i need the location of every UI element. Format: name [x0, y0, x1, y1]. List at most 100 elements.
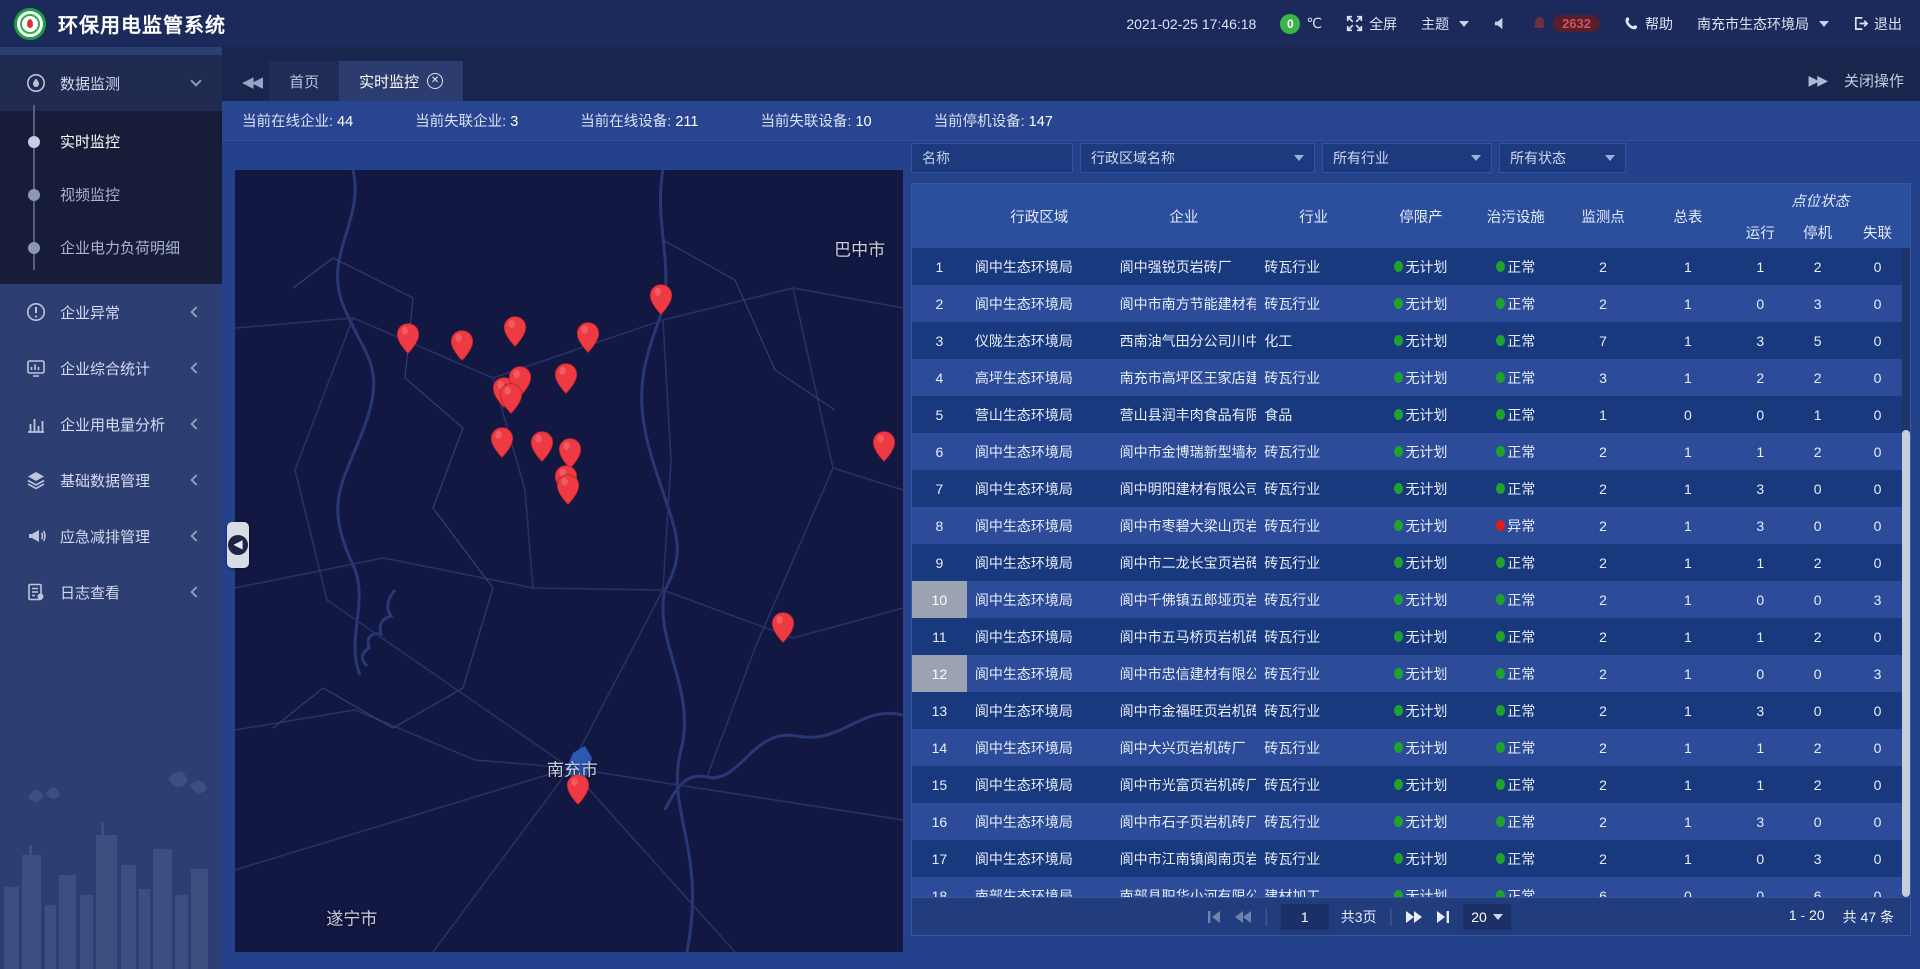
table-row[interactable]: 18南部生态环境局南部县职华小河有限公建材加工无计划正常60060 — [912, 877, 1910, 897]
sidebar-subitem-1[interactable]: 视频监控 — [0, 168, 222, 221]
status-filter-select[interactable]: 所有状态 — [1499, 143, 1626, 173]
cell-company: 阆中市二龙长宝页岩砖 — [1112, 553, 1257, 573]
cell-meter: 1 — [1645, 740, 1730, 756]
cell-meter: 1 — [1645, 259, 1730, 275]
status-dot-green — [1496, 816, 1505, 827]
table-row[interactable]: 16阆中生态环境局阆中市石子页岩机砖厂砖瓦行业无计划正常21300 — [912, 803, 1910, 840]
tabs-scroll-left-icon[interactable]: ◀◀ — [234, 73, 269, 101]
map-pin-icon[interactable] — [499, 383, 522, 414]
cell-company: 阆中市五马桥页岩机砖 — [1112, 627, 1257, 647]
map-pin-icon[interactable] — [503, 316, 526, 347]
cell-meter: 0 — [1645, 888, 1730, 898]
table-row[interactable]: 5营山生态环境局营山县润丰肉食品有限食品无计划正常10010 — [912, 396, 1910, 433]
prev-page-icon[interactable] — [1234, 910, 1252, 924]
close-operations-button[interactable]: 关闭操作 — [1844, 70, 1904, 91]
table-row[interactable]: 3仪陇生态环境局西南油气田分公司川中化工无计划正常71350 — [912, 322, 1910, 359]
map-pin-icon[interactable] — [873, 431, 896, 462]
map-pin-icon[interactable] — [559, 438, 582, 469]
map-pin-icon[interactable] — [451, 330, 474, 361]
cell-limit-status: 无计划 — [1371, 738, 1471, 758]
sidebar-item-3[interactable]: 企业用电量分析 — [0, 396, 222, 452]
tab-home[interactable]: 首页 — [269, 61, 339, 101]
tab-realtime-monitor[interactable]: 实时监控 ✕ — [339, 61, 463, 101]
table-row[interactable]: 7阆中生态环境局阆中明阳建材有限公司砖瓦行业无计划正常21300 — [912, 470, 1910, 507]
table-row[interactable]: 10阆中生态环境局阆中千佛镇五郎垭页岩砖瓦行业无计划正常21003 — [912, 581, 1910, 618]
scrollbar-thumb[interactable] — [1902, 430, 1910, 897]
chevron-down-icon — [190, 75, 201, 86]
first-page-icon[interactable] — [1206, 910, 1222, 924]
next-page-icon[interactable] — [1405, 910, 1423, 924]
cell-points: 2 — [1561, 444, 1646, 460]
map-pin-icon[interactable] — [491, 427, 514, 458]
name-filter[interactable] — [911, 143, 1073, 173]
cell-points: 2 — [1561, 629, 1646, 645]
map-pin-icon[interactable] — [397, 323, 420, 354]
table-row[interactable]: 12阆中生态环境局阆中市忠信建材有限公砖瓦行业无计划正常21003 — [912, 655, 1910, 692]
table-row[interactable]: 11阆中生态环境局阆中市五马桥页岩机砖砖瓦行业无计划正常21120 — [912, 618, 1910, 655]
sidebar-item-0[interactable]: 数据监测 — [0, 55, 222, 111]
cell-company: 南充市高坪区王家店建 — [1112, 368, 1257, 388]
map-collapse-button[interactable]: ◀ — [227, 522, 249, 568]
sidebar-subitem-2[interactable]: 企业电力负荷明细 — [0, 221, 222, 274]
map-pin-icon[interactable] — [555, 363, 578, 394]
cell-meter: 1 — [1645, 518, 1730, 534]
table-row[interactable]: 9阆中生态环境局阆中市二龙长宝页岩砖砖瓦行业无计划正常21120 — [912, 544, 1910, 581]
last-page-icon[interactable] — [1435, 910, 1451, 924]
map-pin-icon[interactable] — [649, 284, 672, 315]
help-button[interactable]: 帮助 — [1624, 14, 1673, 34]
header-subcol-2: 失联 — [1845, 216, 1910, 248]
table-row[interactable]: 15阆中生态环境局阆中市光富页岩机砖厂砖瓦行业无计划正常21120 — [912, 766, 1910, 803]
industry-filter-select[interactable]: 所有行业 — [1322, 143, 1492, 173]
table-row[interactable]: 8阆中生态环境局阆中市枣碧大梁山页岩砖瓦行业无计划异常21300 — [912, 507, 1910, 544]
notifications[interactable]: 2632 — [1532, 15, 1600, 32]
table-row[interactable]: 17阆中生态环境局阆中市江南镇阆南页岩砖瓦行业无计划正常21030 — [912, 840, 1910, 877]
cell-run: 1 — [1730, 777, 1790, 793]
map-pin-icon[interactable] — [772, 612, 795, 643]
sound-mute-button[interactable] — [1493, 16, 1508, 31]
fullscreen-button[interactable]: 全屏 — [1346, 14, 1397, 34]
sidebar-subitem-0[interactable]: 实时监控 — [0, 115, 222, 168]
theme-dropdown[interactable]: 主题 — [1421, 14, 1469, 34]
table-row[interactable]: 4高坪生态环境局南充市高坪区王家店建砖瓦行业无计划正常31220 — [912, 359, 1910, 396]
map-panel[interactable]: 巴中市南充市遂宁市 ◀ — [235, 170, 903, 952]
region-filter-select[interactable]: 行政区域名称 — [1080, 143, 1315, 173]
logout-button[interactable]: 退出 — [1853, 14, 1902, 34]
sidebar-item-6[interactable]: 日志查看 — [0, 564, 222, 620]
map-pin-icon[interactable] — [556, 474, 579, 505]
table-row[interactable]: 1阆中生态环境局阆中强锐页岩砖厂砖瓦行业无计划正常21120 — [912, 248, 1910, 285]
cell-points: 2 — [1561, 666, 1646, 682]
cell-run: 3 — [1730, 814, 1790, 830]
map-pin-icon[interactable] — [530, 431, 553, 462]
cell-lost: 3 — [1845, 592, 1910, 608]
sidebar-item-4[interactable]: 基础数据管理 — [0, 452, 222, 508]
page-size-select[interactable]: 20 — [1463, 904, 1511, 930]
cell-limit-status: 无计划 — [1371, 849, 1471, 869]
map-pin-icon[interactable] — [576, 322, 599, 353]
fullscreen-icon — [1346, 15, 1363, 32]
cell-run: 1 — [1730, 444, 1790, 460]
table-scrollbar[interactable] — [1902, 248, 1910, 897]
map-pin-icon[interactable] — [567, 774, 590, 805]
page-number-input[interactable] — [1281, 904, 1329, 930]
sidebar-item-1[interactable]: 企业异常 — [0, 284, 222, 340]
cell-points: 2 — [1561, 703, 1646, 719]
tab-close-icon[interactable]: ✕ — [427, 73, 443, 89]
table-row[interactable]: 14阆中生态环境局阆中大兴页岩机砖厂砖瓦行业无计划正常21120 — [912, 729, 1910, 766]
sidebar-item-2[interactable]: 企业综合统计 — [0, 340, 222, 396]
org-dropdown[interactable]: 南充市生态环境局 — [1697, 14, 1829, 34]
table-row[interactable]: 2阆中生态环境局阆中市南方节能建材有砖瓦行业无计划正常21030 — [912, 285, 1910, 322]
cell-lost: 0 — [1845, 518, 1910, 534]
name-filter-input[interactable] — [922, 150, 1062, 166]
status-dot-green — [1394, 668, 1403, 679]
enterprise-table: 行政区域企业行业停限产治污设施监测点总表点位状态运行停机失联 1阆中生态环境局阆… — [911, 183, 1911, 936]
datetime: 2021-02-25 17:46:18 — [1126, 16, 1256, 32]
cell-region: 营山生态环境局 — [967, 405, 1112, 425]
status-dot-green — [1394, 853, 1403, 864]
sidebar-item-5[interactable]: 应急减排管理 — [0, 508, 222, 564]
cell-stop: 3 — [1790, 851, 1845, 867]
tabs-scroll-right-icon[interactable]: ▶▶ — [1808, 72, 1826, 89]
table-row[interactable]: 13阆中生态环境局阆中市金福旺页岩机砖砖瓦行业无计划正常21300 — [912, 692, 1910, 729]
table-row[interactable]: 6阆中生态环境局阆中市金博瑞新型墙材砖瓦行业无计划正常21120 — [912, 433, 1910, 470]
cell-limit-status: 无计划 — [1371, 479, 1471, 499]
cell-index: 4 — [912, 359, 967, 396]
